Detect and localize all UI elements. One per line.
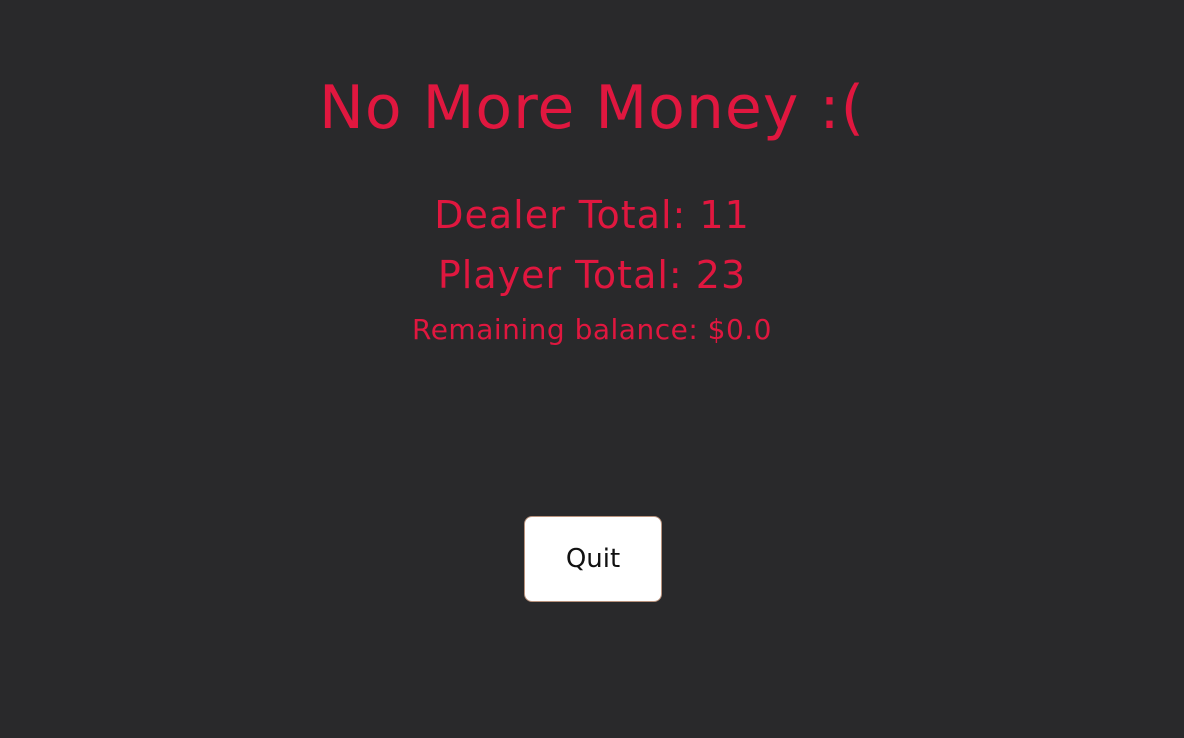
player-total-text: Player Total: 23 bbox=[437, 253, 747, 297]
remaining-balance-text: Remaining balance: $0.0 bbox=[412, 313, 772, 346]
game-over-screen: No More Money :( Dealer Total: 11 Player… bbox=[0, 0, 1184, 738]
quit-button[interactable]: Quit bbox=[524, 516, 662, 602]
dealer-total-text: Dealer Total: 11 bbox=[434, 193, 750, 237]
page-title: No More Money :( bbox=[318, 73, 866, 143]
